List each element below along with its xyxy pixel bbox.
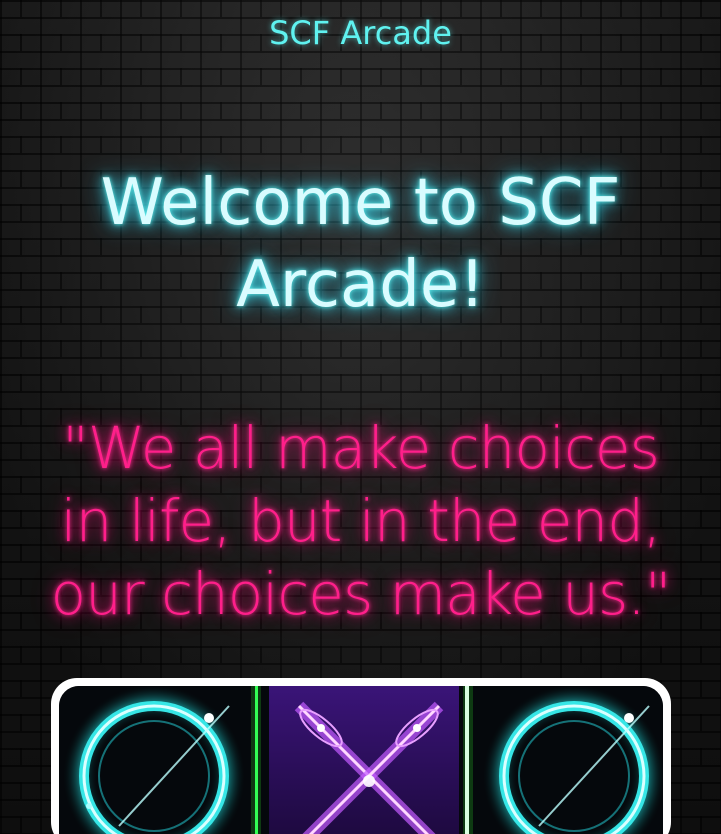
grid-divider-left — [251, 686, 261, 834]
welcome-heading: Welcome to SCF Arcade! — [100, 166, 621, 322]
game-banner-image[interactable] — [59, 686, 663, 834]
game-banner-art — [59, 686, 663, 834]
tic-tac-toe-game-card[interactable] — [51, 678, 671, 834]
x-cross-icon — [269, 686, 459, 834]
site-title[interactable]: SCF Arcade — [0, 14, 721, 52]
grid-divider-right — [463, 686, 473, 834]
quote-text: "We all make choices in life, but in the… — [50, 414, 672, 628]
